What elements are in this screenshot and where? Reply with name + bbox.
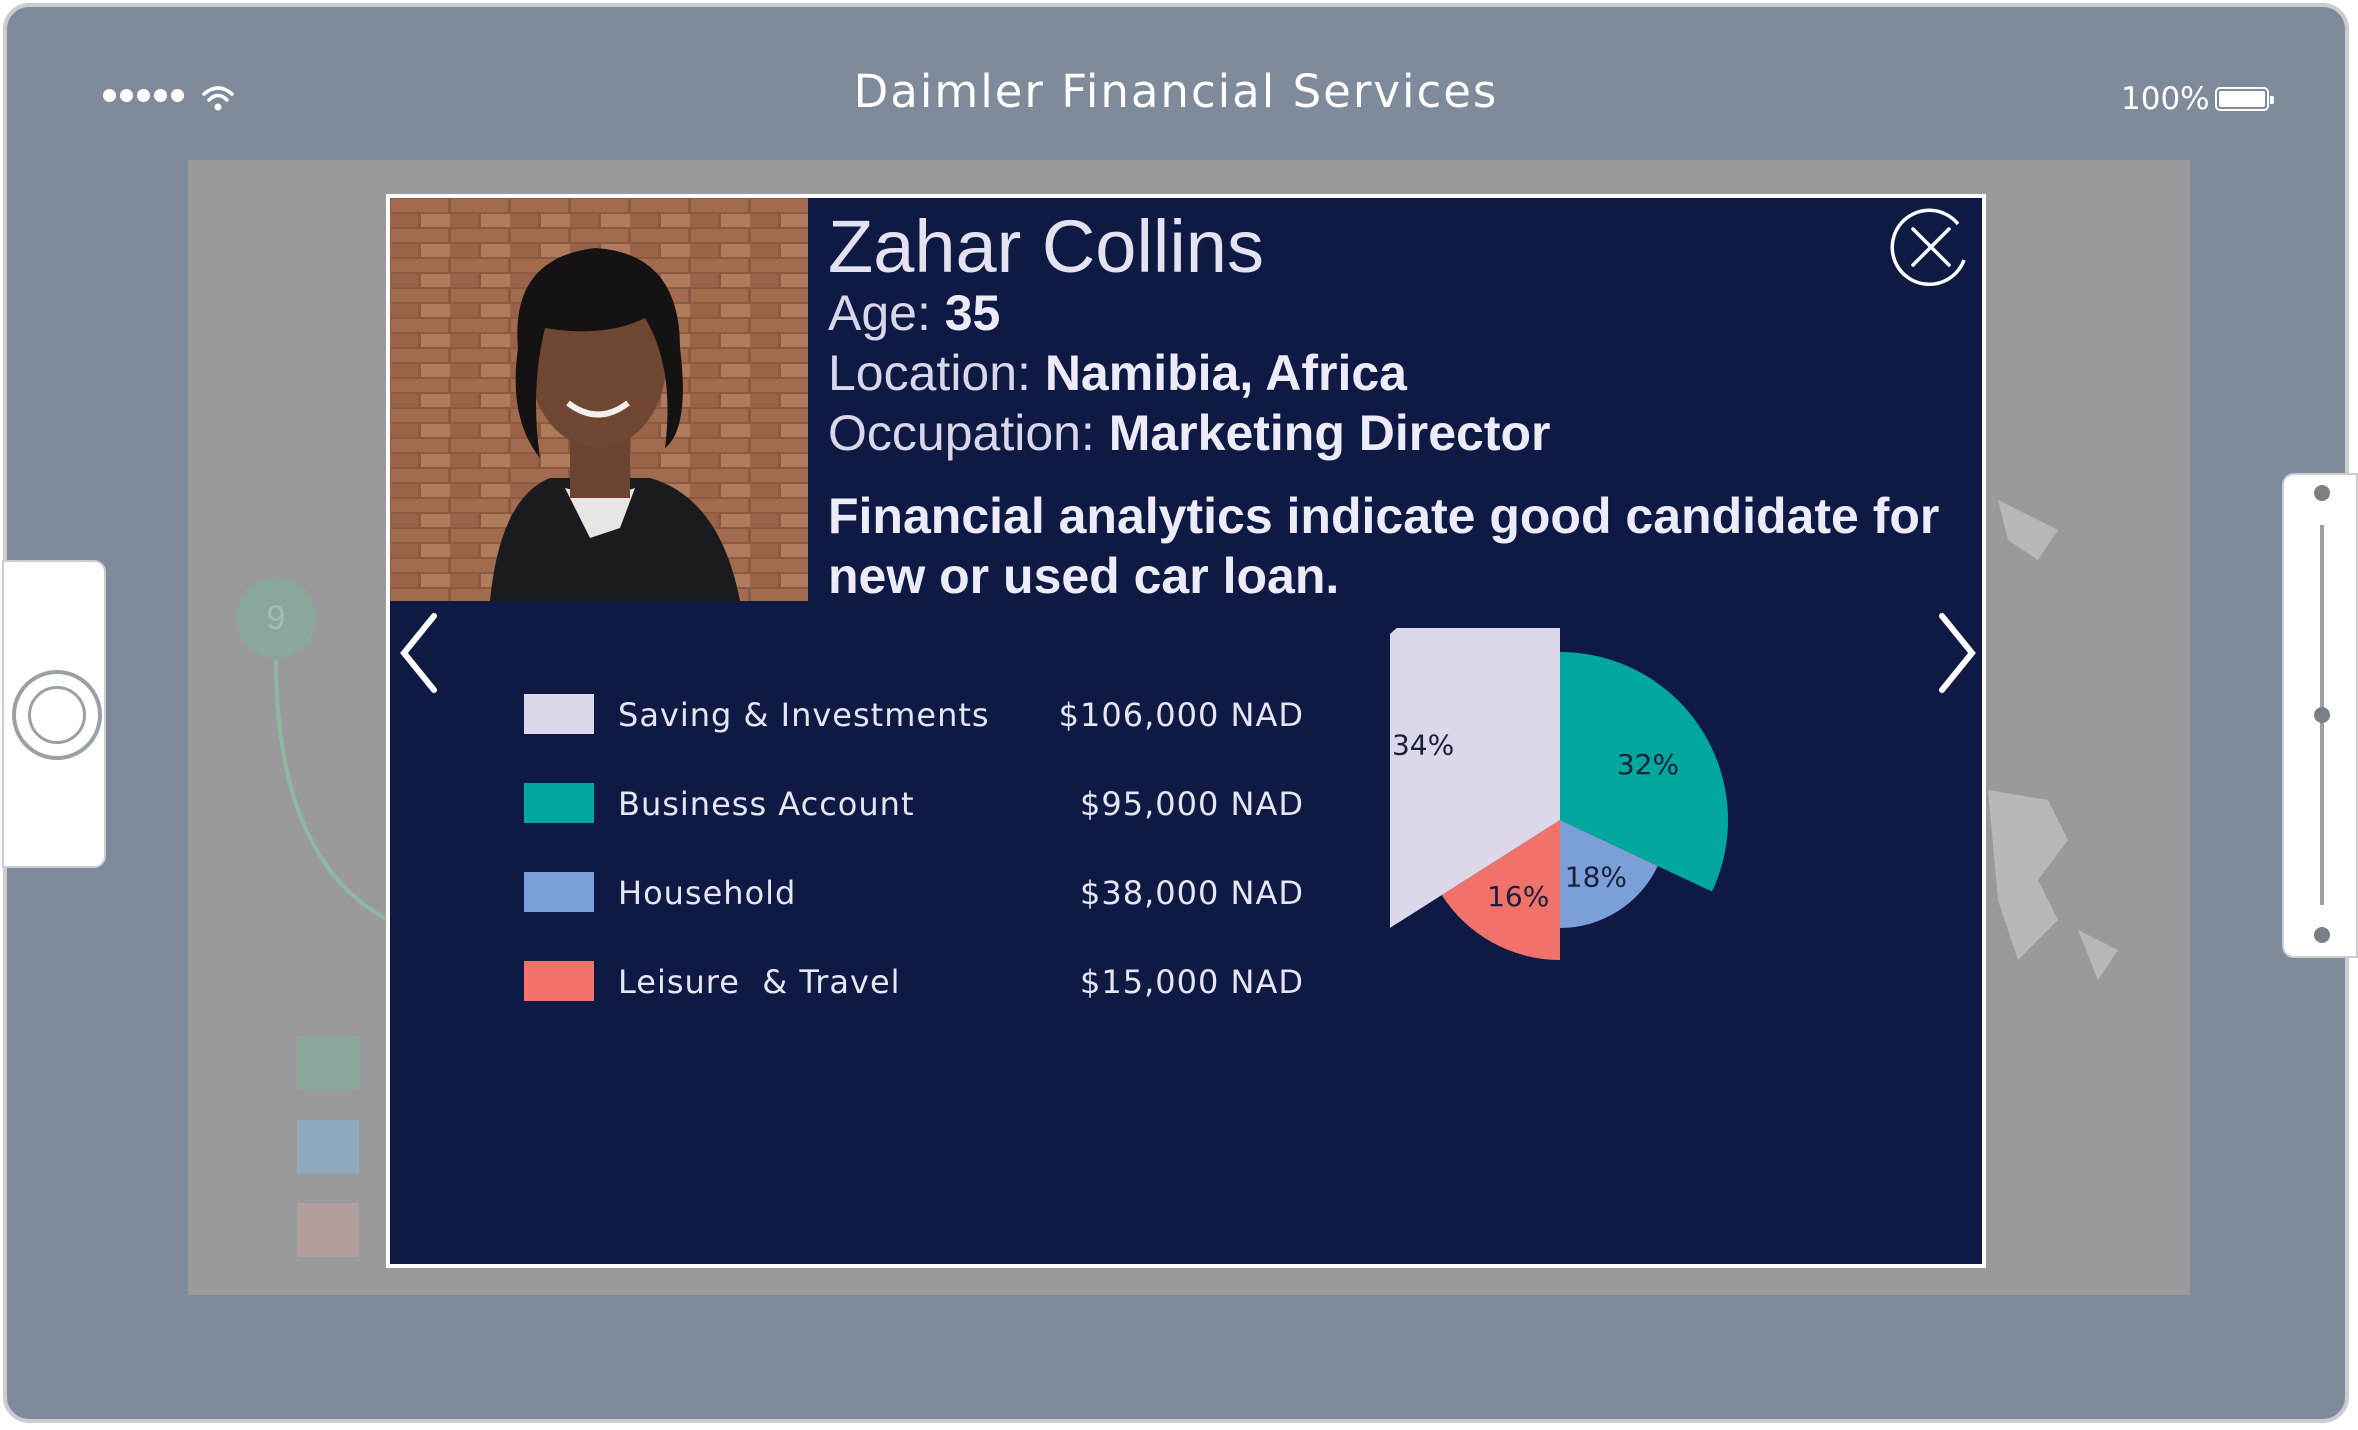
background-swatch [297,1036,359,1090]
scroll-panel [2282,473,2358,958]
pie-slice-label: 32% [1617,748,1679,781]
legend-swatch [524,961,594,1001]
spending-pie-chart: 32% 18% 16% 34% [1390,628,1728,960]
profile-location: Location: Namibia, Africa [828,345,1407,401]
pie-slice-label: 34% [1392,729,1454,762]
app-title: Daimler Financial Services [853,65,1499,118]
legend-swatch [524,872,594,912]
chevron-left-icon[interactable] [394,608,444,698]
analytics-summary: Financial analytics indicate good candid… [828,488,1940,604]
legend-amount: $38,000 NAD [1080,874,1304,912]
battery-percent: 100% [2121,81,2210,117]
profile-occupation: Occupation: Marketing Director [828,405,1551,461]
pie-slice-label: 16% [1487,880,1549,913]
legend-amount: $95,000 NAD [1080,785,1304,823]
legend-label: Household [618,874,797,912]
scroll-top-dot [2314,485,2330,501]
legend-amount: $15,000 NAD [1080,963,1304,1001]
legend-amount: $106,000 NAD [1058,696,1304,734]
legend-row: Saving & Investments $106,000 NAD [524,694,1304,738]
legend-label: Saving & Investments [618,696,990,734]
chevron-right-icon[interactable] [1932,608,1982,698]
profile-age: Age: 35 [828,285,1001,341]
scroll-thumb[interactable] [2314,707,2330,723]
legend-label: Business Account [618,785,915,823]
battery-icon [2215,87,2274,111]
status-bar: Daimler Financial Services 100% [7,7,2345,177]
home-button-panel [2,560,106,868]
world-map-fragment [1988,500,2118,980]
legend-swatch [524,783,594,823]
legend-row: Business Account $95,000 NAD [524,783,1304,827]
home-button[interactable] [12,670,102,760]
step-marker: 9 [236,578,316,658]
close-icon[interactable] [1888,204,1974,290]
legend-row: Leisure & Travel $15,000 NAD [524,961,1304,1005]
profile-photo [390,198,808,601]
scroll-bottom-dot [2314,927,2330,943]
background-swatch [297,1120,359,1174]
background-swatch [297,1203,359,1257]
legend-label: Leisure & Travel [618,963,901,1001]
profile-modal: Zahar Collins Age: 35 Location: Namibia,… [386,194,1986,1268]
legend-row: Household $38,000 NAD [524,872,1304,916]
pie-slice-label: 18% [1565,861,1627,894]
legend-swatch [524,694,594,734]
profile-name: Zahar Collins [828,205,1264,288]
